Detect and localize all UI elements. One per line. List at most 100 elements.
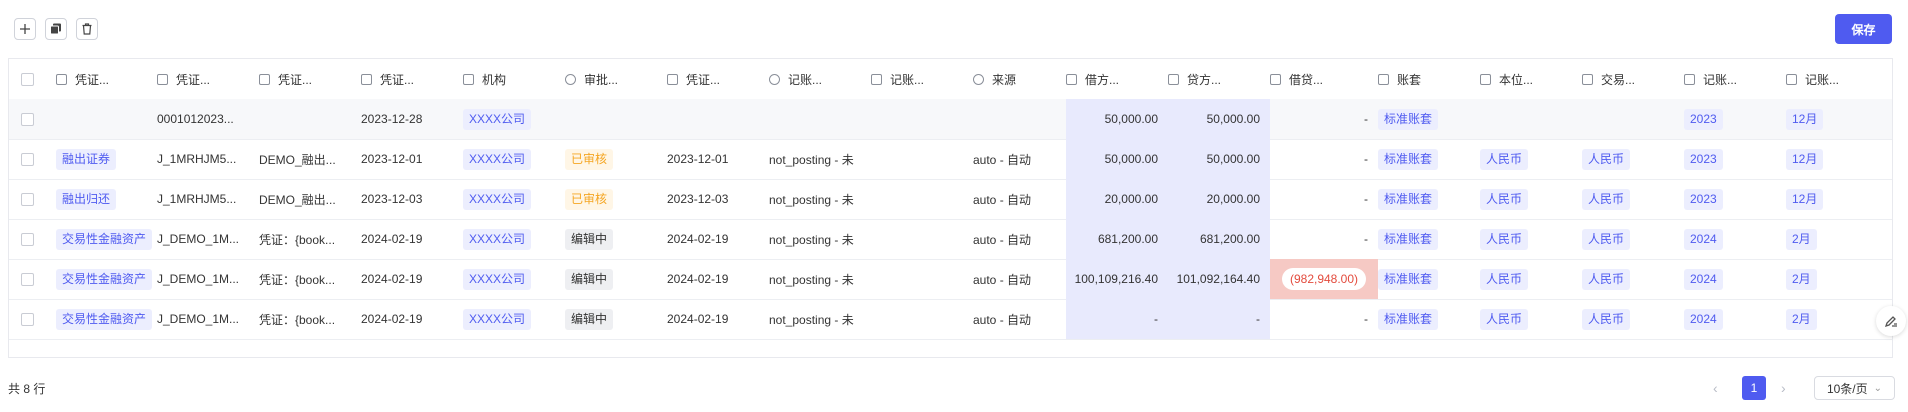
tag-base[interactable]: 人民币: [1480, 148, 1529, 170]
tag-org[interactable]: XXXX公司: [463, 268, 532, 290]
row-checkbox[interactable]: [21, 112, 34, 126]
column-header[interactable]: 凭证...: [259, 59, 361, 99]
page-1-button[interactable]: 1: [1742, 376, 1766, 400]
tag-trade[interactable]: 人民币: [1582, 228, 1631, 250]
prev-page-button[interactable]: ‹: [1713, 376, 1718, 400]
table-row[interactable]: 交易性金融资产 J_DEMO_1M... 凭证：{book... 2024-02-19…: [9, 299, 1892, 340]
table-row[interactable]: 交易性金融资产 J_DEMO_1M... 凭证：{book... 2024-02-19…: [9, 259, 1892, 300]
tag-org[interactable]: XXXX公司: [463, 228, 532, 250]
next-page-button[interactable]: ›: [1781, 376, 1786, 400]
current-page[interactable]: 1: [1742, 376, 1766, 400]
row-checkbox[interactable]: [21, 272, 34, 286]
page-size-select[interactable]: 10条/页 ⌄: [1814, 376, 1895, 400]
tag-org[interactable]: XXXX公司: [463, 308, 532, 330]
table-row[interactable]: 交易性金融资产 J_DEMO_1M... 凭证：{book... 2024-02-19…: [9, 219, 1892, 260]
amount-value: -: [1154, 312, 1158, 326]
table-cell: -: [1270, 99, 1378, 139]
save-button[interactable]: 保存: [1835, 14, 1892, 44]
row-checkbox[interactable]: [21, 232, 34, 246]
tag-year[interactable]: 2024: [1684, 228, 1723, 250]
cell-text-source: auto - 自动: [973, 192, 1032, 207]
tag-book[interactable]: 标准账套: [1378, 108, 1439, 130]
row-select-cell: [21, 219, 51, 259]
table-cell: 12月: [1786, 99, 1892, 139]
tag-month[interactable]: 2月: [1786, 268, 1817, 290]
column-header[interactable]: 机构: [463, 59, 565, 99]
tag-org[interactable]: XXXX公司: [463, 108, 532, 130]
tag-trade[interactable]: 人民币: [1582, 268, 1631, 290]
edit-fab-button[interactable]: [1876, 306, 1906, 336]
status-badge: 已审核: [565, 188, 614, 210]
column-header[interactable]: 借贷...: [1270, 59, 1378, 99]
copy-button[interactable]: [45, 18, 67, 40]
cell-text-date: 2024-02-19: [361, 232, 423, 246]
tag-org[interactable]: XXXX公司: [463, 148, 532, 170]
table-row[interactable]: 0001012023... 2023-12-28 XXXX公司 50,000.00 50…: [9, 99, 1892, 140]
tag-type[interactable]: 融出归还: [56, 188, 117, 210]
tag-base[interactable]: 人民币: [1480, 268, 1529, 290]
tag-book[interactable]: 标准账套: [1378, 148, 1439, 170]
column-header[interactable]: 记账...: [1684, 59, 1786, 99]
column-header[interactable]: 凭证...: [157, 59, 259, 99]
cell-text-date: 2024-02-19: [361, 272, 423, 286]
cell-text-no: J_DEMO_1M...: [157, 232, 240, 246]
tag-book[interactable]: 标准账套: [1378, 268, 1439, 290]
tag-month[interactable]: 12月: [1786, 108, 1824, 130]
row-checkbox[interactable]: [21, 192, 34, 206]
column-header[interactable]: 凭证...: [667, 59, 769, 99]
tag-book[interactable]: 标准账套: [1378, 308, 1439, 330]
copy-icon: [50, 23, 61, 35]
table-cell: 2024-02-19: [667, 219, 769, 259]
column-header[interactable]: 审批...: [565, 59, 667, 99]
column-header-label: 机构: [482, 72, 507, 87]
column-header[interactable]: 本位...: [1480, 59, 1582, 99]
column-header[interactable]: 凭证...: [361, 59, 463, 99]
page-size-dropdown[interactable]: 10条/页 ⌄: [1814, 376, 1895, 400]
table-cell: 20,000.00: [1066, 179, 1168, 219]
tag-year[interactable]: 2023: [1684, 108, 1723, 130]
tag-type[interactable]: 交易性金融资产: [56, 268, 153, 290]
tag-type[interactable]: 交易性金融资产: [56, 308, 153, 330]
tag-trade[interactable]: 人民币: [1582, 148, 1631, 170]
column-header[interactable]: 贷方...: [1168, 59, 1270, 99]
tag-year[interactable]: 2024: [1684, 308, 1723, 330]
column-header[interactable]: 凭证...: [56, 59, 157, 99]
search-list-icon: [1582, 73, 1593, 85]
tag-year[interactable]: 2023: [1684, 148, 1723, 170]
table-row[interactable]: 融出归还 J_1MRHJM5... DEMO_融出... 2023-12-03 XXXX…: [9, 179, 1892, 220]
select-all-checkbox[interactable]: [21, 72, 34, 86]
tag-base[interactable]: 人民币: [1480, 228, 1529, 250]
status-badge: 编辑中: [565, 228, 614, 250]
tag-book[interactable]: 标准账套: [1378, 228, 1439, 250]
tag-month[interactable]: 12月: [1786, 148, 1824, 170]
tag-base[interactable]: 人民币: [1480, 308, 1529, 330]
tag-type[interactable]: 交易性金融资产: [56, 228, 153, 250]
table-row[interactable]: 融出证券 J_1MRHJM5... DEMO_融出... 2023-12-01 XXXX…: [9, 139, 1892, 180]
table-cell: 编辑中: [565, 259, 667, 299]
tag-month[interactable]: 12月: [1786, 188, 1824, 210]
tag-trade[interactable]: 人民币: [1582, 308, 1631, 330]
column-header[interactable]: 记账...: [1786, 59, 1892, 99]
add-button[interactable]: [14, 18, 36, 40]
table-cell: [871, 219, 973, 259]
tag-base[interactable]: 人民币: [1480, 188, 1529, 210]
column-header[interactable]: 交易...: [1582, 59, 1684, 99]
column-header[interactable]: 记账...: [769, 59, 871, 99]
trash-icon: [82, 23, 92, 35]
row-checkbox[interactable]: [21, 152, 34, 166]
tag-month[interactable]: 2月: [1786, 228, 1817, 250]
tag-type[interactable]: 融出证券: [56, 148, 117, 170]
status-badge: 已审核: [565, 148, 614, 170]
column-header[interactable]: 来源: [973, 59, 1066, 99]
tag-org[interactable]: XXXX公司: [463, 188, 532, 210]
column-header[interactable]: 记账...: [871, 59, 973, 99]
tag-trade[interactable]: 人民币: [1582, 188, 1631, 210]
delete-button[interactable]: [76, 18, 98, 40]
tag-year[interactable]: 2024: [1684, 268, 1723, 290]
tag-year[interactable]: 2023: [1684, 188, 1723, 210]
row-checkbox[interactable]: [21, 312, 34, 326]
tag-book[interactable]: 标准账套: [1378, 188, 1439, 210]
column-header[interactable]: 账套: [1378, 59, 1480, 99]
tag-month[interactable]: 2月: [1786, 308, 1817, 330]
column-header[interactable]: 借方...: [1066, 59, 1168, 99]
